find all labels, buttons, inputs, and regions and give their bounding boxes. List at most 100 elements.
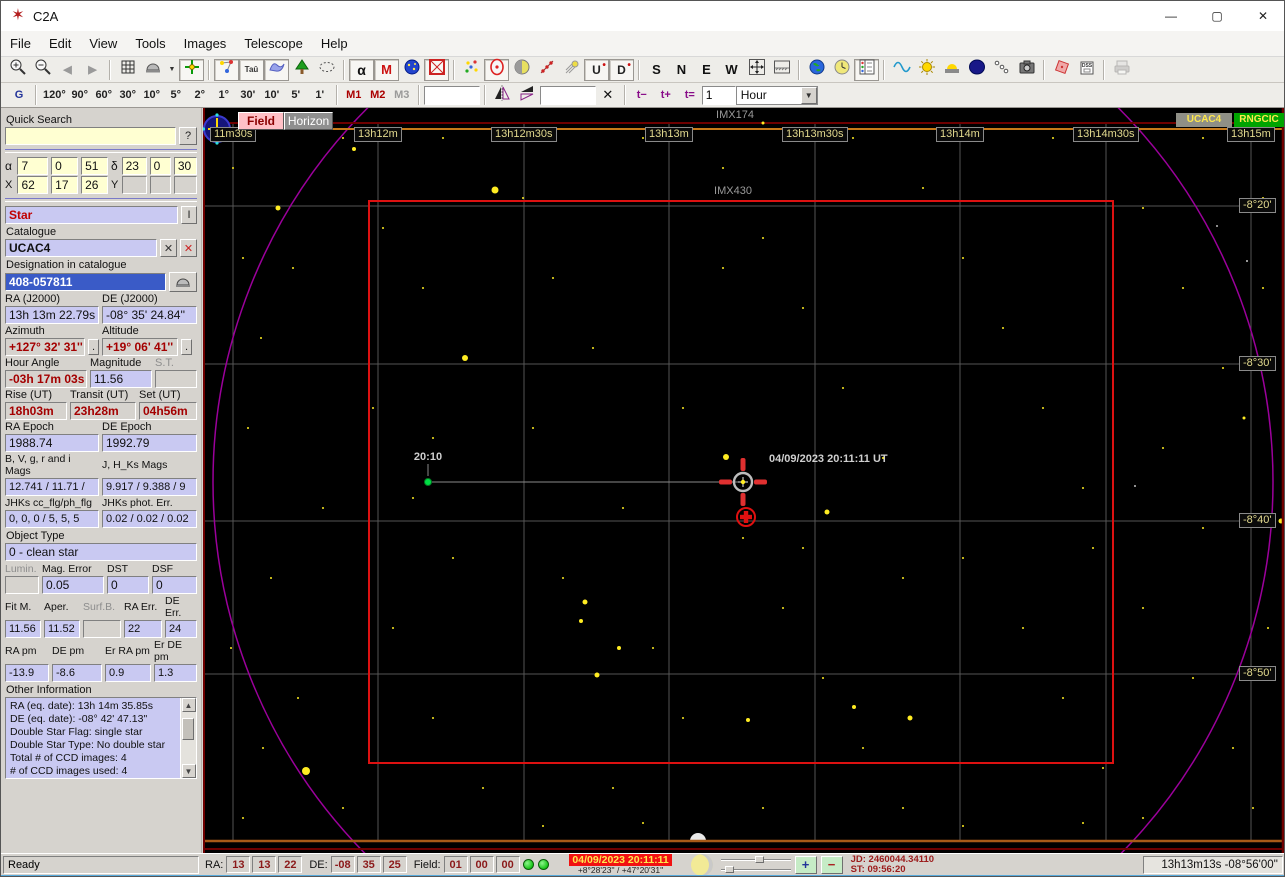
sky-chart[interactable]: IMX174 IMX430 20:10 04/09/2023 20:11:11 UT F… xyxy=(203,108,1284,853)
delta-m-field[interactable]: 0 xyxy=(149,157,171,175)
time-plus-button[interactable]: + xyxy=(794,855,817,874)
constellation-lines-button[interactable] xyxy=(214,58,239,81)
time-step-forward-button[interactable]: t+ xyxy=(654,85,678,105)
field-zoom-60deg-button[interactable]: 60° xyxy=(92,85,116,105)
field-zoom-5deg-button[interactable]: 5° xyxy=(164,85,188,105)
rise-set-curve-button[interactable] xyxy=(889,59,914,81)
scroll-up-icon[interactable]: ▲ xyxy=(181,698,196,712)
horizon-display-button[interactable] xyxy=(769,59,794,81)
alpha-s-field[interactable]: 51 xyxy=(81,157,109,175)
x1-field[interactable]: 62 xyxy=(17,176,49,194)
ccd-frame-button[interactable] xyxy=(1049,59,1074,81)
azimuth-detail-button[interactable]: . xyxy=(88,339,99,355)
status-de-d[interactable]: -08 xyxy=(330,856,355,873)
time-step-set-button[interactable]: t= xyxy=(678,85,702,105)
time-slider-1[interactable] xyxy=(720,856,791,863)
compass-north-button[interactable]: N xyxy=(669,59,694,81)
menu-images[interactable]: Images xyxy=(175,32,236,55)
scroll-down-icon[interactable]: ▼ xyxy=(181,764,196,778)
flip-horizontal-button[interactable] xyxy=(490,84,515,106)
dome-dropdown-button[interactable]: ▼ xyxy=(165,59,179,81)
alpha-m-field[interactable]: 0 xyxy=(51,157,79,175)
status-ra-s[interactable]: 22 xyxy=(278,856,303,873)
compass-south-button[interactable]: S xyxy=(644,59,669,81)
night-vision-button[interactable] xyxy=(964,59,989,81)
field-size-input[interactable] xyxy=(423,85,480,105)
catalogue-prev-button[interactable]: ✕ xyxy=(160,239,177,257)
zoom-out-button[interactable] xyxy=(30,59,55,81)
status-ra-h[interactable]: 13 xyxy=(226,856,251,873)
field-zoom-10min-button[interactable]: 10' xyxy=(260,85,284,105)
flip-vertical-button[interactable] xyxy=(515,84,540,106)
pan-view-button[interactable] xyxy=(744,59,769,81)
status-field-d[interactable]: 01 xyxy=(443,856,468,873)
clear-button[interactable]: ✕ xyxy=(596,85,620,105)
landscape-button[interactable] xyxy=(289,59,314,81)
memory-m2-button[interactable]: M2 xyxy=(366,85,390,105)
dss-image-button[interactable]: DSS xyxy=(1074,59,1099,81)
moon-phases-button[interactable] xyxy=(509,59,534,81)
object-info-panel-button[interactable] xyxy=(854,58,879,81)
quick-search-input[interactable] xyxy=(5,127,176,145)
menu-edit[interactable]: Edit xyxy=(40,32,80,55)
status-field-m[interactable]: 00 xyxy=(469,856,494,873)
deep-sky-objects-button[interactable] xyxy=(399,59,424,81)
x2-field[interactable]: 17 xyxy=(51,176,79,194)
satellites-button[interactable] xyxy=(989,59,1014,81)
ecliptic-button[interactable] xyxy=(314,59,339,81)
field-zoom-120deg-button[interactable]: 120° xyxy=(41,85,68,105)
alpha-h-field[interactable]: 7 xyxy=(17,157,49,175)
menu-view[interactable]: View xyxy=(80,32,126,55)
center-on-object-button[interactable] xyxy=(179,58,204,81)
memory-m1-button[interactable]: M1 xyxy=(342,85,366,105)
scroll-thumb[interactable] xyxy=(182,718,194,740)
twilight-button[interactable] xyxy=(939,59,964,81)
sun-button[interactable] xyxy=(914,59,939,81)
asteroids-button[interactable] xyxy=(534,59,559,81)
close-button[interactable]: ✕ xyxy=(1240,1,1284,31)
status-de-s[interactable]: 25 xyxy=(382,856,407,873)
catalogue-next-button[interactable]: ✕ xyxy=(180,239,197,257)
field-zoom-2deg-button[interactable]: 2° xyxy=(188,85,212,105)
menu-telescope[interactable]: Telescope xyxy=(235,32,312,55)
compass-east-button[interactable]: E xyxy=(694,59,719,81)
quick-search-help-button[interactable]: ? xyxy=(179,127,197,145)
menu-tools[interactable]: Tools xyxy=(126,32,174,55)
messier-labels-button[interactable]: M xyxy=(374,58,399,81)
status-field-s[interactable]: 00 xyxy=(495,856,520,873)
status-de-m[interactable]: 35 xyxy=(356,856,381,873)
object-info-button[interactable]: I xyxy=(181,206,197,224)
field-zoom-10deg-button[interactable]: 10° xyxy=(140,85,164,105)
x3-field[interactable]: 26 xyxy=(81,176,109,194)
memory-m3-button[interactable]: M3 xyxy=(390,85,414,105)
field-zoom-90deg-button[interactable]: 90° xyxy=(68,85,92,105)
other-info-scrollbar[interactable]: ▲ ▼ xyxy=(180,698,196,778)
nav-forward-button[interactable]: ▶ xyxy=(80,59,105,81)
field-zoom-30min-button[interactable]: 30' xyxy=(236,85,260,105)
star-clusters-button[interactable] xyxy=(459,59,484,81)
constellation-names-button[interactable]: Taû xyxy=(239,58,264,81)
compass-west-button[interactable]: W xyxy=(719,59,744,81)
y2-field[interactable] xyxy=(149,176,171,194)
designation-field[interactable]: 408-057811 xyxy=(5,273,166,291)
time-minus-button[interactable]: − xyxy=(820,855,843,874)
slew-telescope-button[interactable] xyxy=(169,272,197,292)
status-ra-m[interactable]: 13 xyxy=(252,856,277,873)
tab-field[interactable]: Field xyxy=(238,112,284,130)
time-slider-2[interactable] xyxy=(720,866,791,873)
chevron-down-icon[interactable]: ▼ xyxy=(800,86,817,104)
menu-file[interactable]: File xyxy=(1,32,40,55)
time-clock-button[interactable] xyxy=(829,59,854,81)
comets-button[interactable] xyxy=(559,59,584,81)
user-objects-u-button[interactable]: U • xyxy=(584,58,609,81)
minimize-button[interactable]: — xyxy=(1148,1,1194,31)
time-step-value-input[interactable] xyxy=(701,85,736,105)
field-zoom-1min-button[interactable]: 1' xyxy=(308,85,332,105)
nebulae-button[interactable] xyxy=(484,58,509,81)
nav-back-button[interactable]: ◀ xyxy=(55,59,80,81)
catalogue-field[interactable]: UCAC4 xyxy=(5,239,157,257)
time-step-back-button[interactable]: t− xyxy=(630,85,654,105)
field-zoom-30deg-button[interactable]: 30° xyxy=(116,85,140,105)
zoom-in-button[interactable] xyxy=(5,59,30,81)
milky-way-button[interactable] xyxy=(264,58,289,81)
